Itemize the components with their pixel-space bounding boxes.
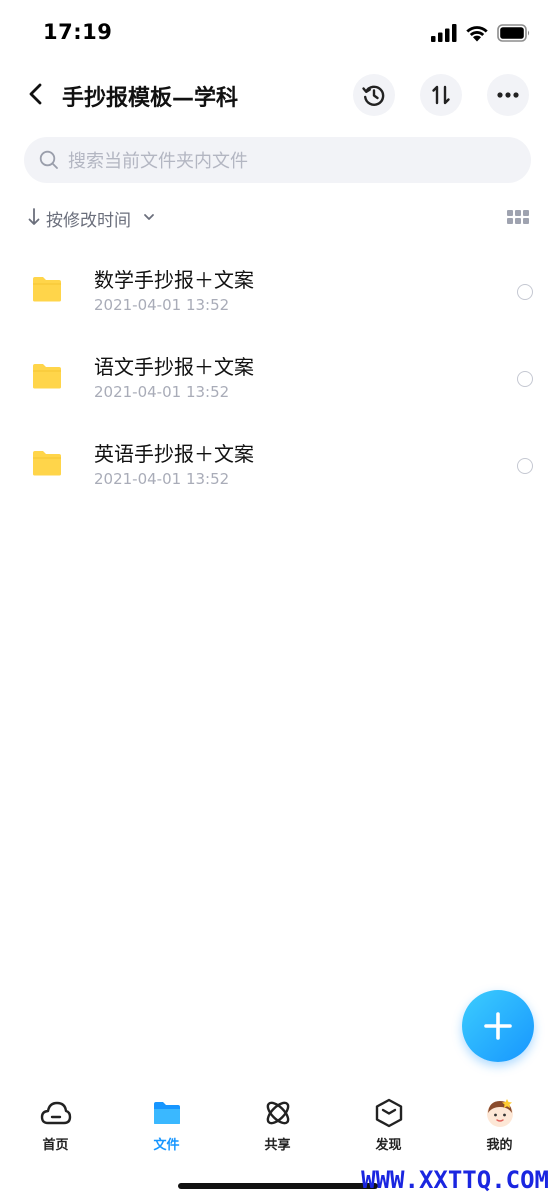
file-name: 语文手抄报＋文案	[94, 355, 254, 379]
tab-label: 文件	[153, 1138, 180, 1153]
home-indicator[interactable]	[178, 1183, 378, 1189]
history-icon	[362, 85, 385, 106]
tab-label: 首页	[42, 1138, 69, 1153]
tab-share[interactable]: 共享	[222, 1090, 333, 1160]
folder-icon	[33, 451, 61, 476]
status-icons	[431, 24, 531, 42]
tab-label: 我的	[486, 1138, 513, 1153]
more-button[interactable]	[487, 74, 529, 116]
sort-row: 按修改时间	[0, 205, 555, 231]
folder-icon	[33, 277, 61, 302]
tab-discover[interactable]: 发现	[333, 1090, 444, 1160]
sort-arrow-icon[interactable]	[27, 207, 41, 227]
nav-bar: 手抄报模板—学科	[0, 70, 555, 120]
cube-icon	[373, 1098, 405, 1128]
file-date: 2021-04-01 13:52	[94, 296, 230, 314]
sort-label[interactable]: 按修改时间	[46, 206, 131, 231]
list-item[interactable]: 数学手抄报＋文案 2021-04-01 13:52	[0, 248, 555, 334]
chevron-down-icon[interactable]	[142, 210, 156, 224]
status-time: 17:19	[43, 20, 113, 44]
grid-view-icon[interactable]	[507, 210, 529, 226]
signal-icon	[431, 24, 457, 42]
status-bar: 17:19	[0, 0, 555, 64]
history-button[interactable]	[353, 74, 395, 116]
select-radio[interactable]	[517, 458, 533, 474]
list-item[interactable]: 语文手抄报＋文案 2021-04-01 13:52	[0, 335, 555, 421]
tab-label: 发现	[375, 1138, 402, 1153]
plus-icon	[484, 1012, 512, 1040]
select-radio[interactable]	[517, 371, 533, 387]
file-name: 数学手抄报＋文案	[94, 268, 254, 292]
folder-icon	[33, 364, 61, 389]
atom-icon	[262, 1098, 294, 1128]
chevron-left-icon	[29, 83, 42, 105]
battery-icon	[497, 24, 530, 42]
file-date: 2021-04-01 13:52	[94, 470, 230, 488]
watermark: WWW.XXTTQ.COM	[361, 1166, 549, 1194]
list-item[interactable]: 英语手抄报＋文案 2021-04-01 13:52	[0, 422, 555, 508]
search-placeholder: 搜索当前文件夹内文件	[68, 151, 248, 172]
tab-home[interactable]: 首页	[0, 1090, 111, 1160]
tab-profile[interactable]: 我的	[444, 1090, 555, 1160]
tab-bar: 首页 文件 共享 发现 我的	[0, 1090, 555, 1160]
search-input[interactable]: 搜索当前文件夹内文件	[24, 137, 531, 183]
tab-files[interactable]: 文件	[111, 1090, 222, 1160]
sort-toggle-button[interactable]	[420, 74, 462, 116]
select-radio[interactable]	[517, 284, 533, 300]
more-icon	[497, 92, 519, 98]
cloud-icon	[40, 1098, 72, 1128]
add-button[interactable]	[462, 990, 534, 1062]
file-date: 2021-04-01 13:52	[94, 383, 230, 401]
avatar	[484, 1098, 516, 1128]
back-button[interactable]	[20, 78, 52, 110]
search-icon	[39, 150, 59, 170]
folder-icon	[151, 1098, 183, 1128]
tab-label: 共享	[264, 1138, 291, 1153]
sort-arrows-icon	[432, 85, 450, 105]
wifi-icon	[466, 26, 488, 42]
file-name: 英语手抄报＋文案	[94, 442, 254, 466]
page-title: 手抄报模板—学科	[62, 86, 239, 111]
